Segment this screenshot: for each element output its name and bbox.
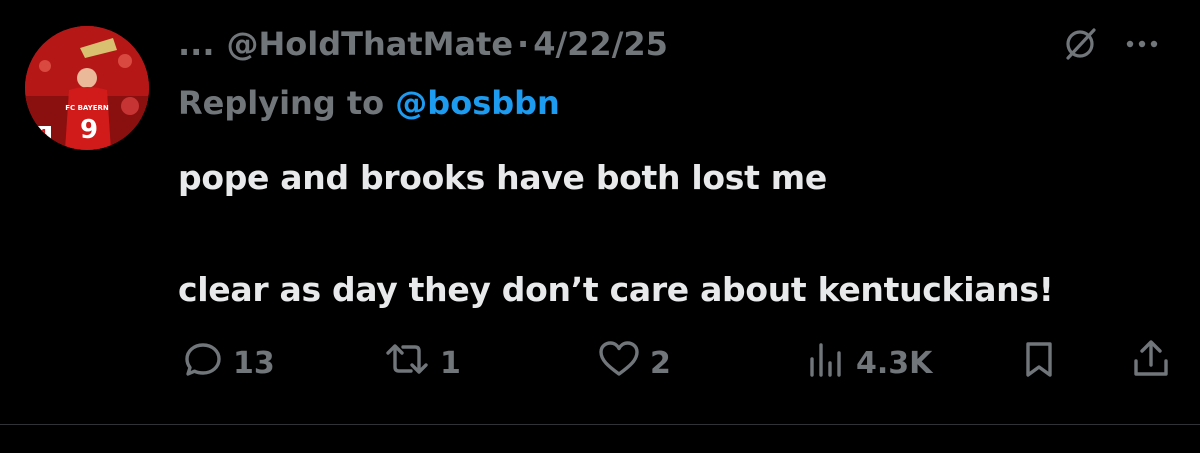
avatar-board-number: 4 bbox=[39, 127, 47, 140]
avatar-image: 4 FC BAYERN 9 bbox=[25, 26, 149, 150]
reply-count: 13 bbox=[233, 345, 275, 381]
replying-to-mention[interactable]: @bosbbn bbox=[395, 84, 560, 122]
bookmark-button[interactable] bbox=[1017, 340, 1061, 386]
replying-to-label: Replying to bbox=[178, 84, 385, 122]
avatar-jersey-number: 9 bbox=[80, 115, 98, 145]
repost-count: 1 bbox=[440, 345, 461, 381]
reply-icon bbox=[181, 337, 225, 389]
repost-button[interactable]: 1 bbox=[382, 340, 461, 386]
grok-icon[interactable] bbox=[1058, 22, 1102, 66]
reply-button[interactable]: 13 bbox=[181, 340, 275, 386]
tweet-header: ... @HoldThatMate · 4/22/25 bbox=[178, 22, 668, 66]
share-icon bbox=[1129, 337, 1173, 389]
header-separator: · bbox=[517, 25, 530, 63]
like-button[interactable]: 2 bbox=[596, 340, 671, 386]
tweet[interactable]: 4 FC BAYERN 9 ... @HoldThatMate · 4/22/2… bbox=[0, 0, 1200, 453]
views-icon bbox=[804, 337, 848, 389]
tweet-date[interactable]: 4/22/25 bbox=[533, 25, 668, 63]
repost-icon bbox=[382, 337, 432, 389]
views-count: 4.3K bbox=[856, 345, 933, 381]
tweet-text-line-1: pope and brooks have both lost me bbox=[178, 158, 827, 197]
avatar[interactable]: 4 FC BAYERN 9 bbox=[25, 26, 149, 150]
avatar-jersey-text: FC BAYERN bbox=[65, 104, 109, 112]
user-handle[interactable]: @HoldThatMate bbox=[226, 25, 513, 63]
tweet-divider bbox=[0, 424, 1200, 425]
like-icon bbox=[596, 337, 642, 389]
tweet-text-line-2: clear as day they don’t care about kentu… bbox=[178, 270, 1054, 309]
views-button[interactable]: 4.3K bbox=[804, 340, 932, 386]
like-count: 2 bbox=[650, 345, 671, 381]
action-bar: 13 1 2 4.3K bbox=[0, 340, 1200, 386]
bookmark-icon bbox=[1017, 337, 1061, 389]
display-name[interactable]: ... bbox=[178, 25, 214, 63]
share-button[interactable] bbox=[1129, 340, 1173, 386]
more-icon[interactable] bbox=[1120, 22, 1164, 66]
replying-to: Replying to @bosbbn bbox=[178, 84, 560, 122]
